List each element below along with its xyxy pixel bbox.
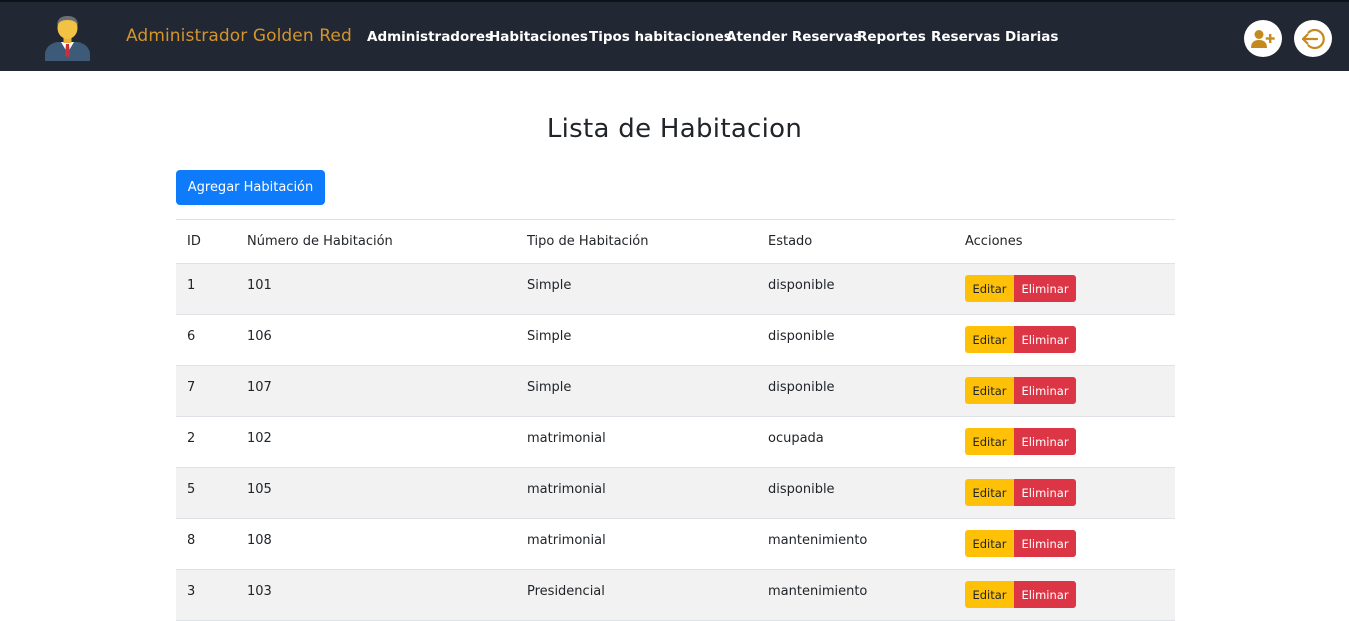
nav-administradores[interactable]: Administradores xyxy=(367,29,493,45)
cell-estado: mantenimiento xyxy=(768,584,868,599)
header-tipo: Tipo de Habitación xyxy=(527,234,649,249)
cell-id: 5 xyxy=(187,482,196,497)
cell-numero: 108 xyxy=(247,533,272,548)
cell-estado: disponible xyxy=(768,482,835,497)
table-row: 6 106 Simple disponible Editar Eliminar xyxy=(176,315,1175,366)
cell-tipo: matrimonial xyxy=(527,533,606,548)
cell-estado: disponible xyxy=(768,278,835,293)
header-estado: Estado xyxy=(768,234,813,249)
admin-avatar-icon xyxy=(45,16,90,61)
edit-button[interactable]: Editar xyxy=(965,479,1014,506)
table-row: 8 108 matrimonial mantenimiento Editar E… xyxy=(176,519,1175,570)
edit-button[interactable]: Editar xyxy=(965,530,1014,557)
nav-atender-reservas[interactable]: Atender Reservas xyxy=(726,29,861,45)
cell-id: 3 xyxy=(187,584,196,599)
edit-button[interactable]: Editar xyxy=(965,377,1014,404)
add-room-button[interactable]: Agregar Habitación xyxy=(176,170,325,205)
edit-button[interactable]: Editar xyxy=(965,428,1014,455)
cell-estado: disponible xyxy=(768,329,835,344)
cell-id: 7 xyxy=(187,380,196,395)
table-row: 7 107 Simple disponible Editar Eliminar xyxy=(176,366,1175,417)
cell-estado: mantenimiento xyxy=(768,533,868,548)
rooms-table: ID Número de Habitación Tipo de Habitaci… xyxy=(176,219,1175,621)
delete-button[interactable]: Eliminar xyxy=(1014,428,1076,455)
brand-title[interactable]: Administrador Golden Red xyxy=(126,26,352,46)
navbar: Administrador Golden Red Administradores… xyxy=(0,0,1349,71)
delete-button[interactable]: Eliminar xyxy=(1014,479,1076,506)
cell-tipo: Simple xyxy=(527,380,572,395)
cell-numero: 107 xyxy=(247,380,272,395)
cell-id: 2 xyxy=(187,431,196,446)
cell-numero: 101 xyxy=(247,278,272,293)
edit-button[interactable]: Editar xyxy=(965,581,1014,608)
add-user-button[interactable] xyxy=(1244,20,1282,57)
nav-reportes[interactable]: Reportes xyxy=(857,29,926,45)
delete-button[interactable]: Eliminar xyxy=(1014,326,1076,353)
cell-estado: disponible xyxy=(768,380,835,395)
cell-numero: 106 xyxy=(247,329,272,344)
cell-tipo: Presidencial xyxy=(527,584,605,599)
cell-id: 8 xyxy=(187,533,196,548)
cell-id: 6 xyxy=(187,329,196,344)
page-title: Lista de Habitacion xyxy=(546,114,803,144)
logout-icon xyxy=(1301,28,1325,49)
header-numero: Número de Habitación xyxy=(247,234,393,249)
header-acciones: Acciones xyxy=(965,234,1023,249)
row-actions: Editar Eliminar xyxy=(965,275,1076,302)
table-row: 1 101 Simple disponible Editar Eliminar xyxy=(176,264,1175,315)
table-row: 2 102 matrimonial ocupada Editar Elimina… xyxy=(176,417,1175,468)
cell-numero: 105 xyxy=(247,482,272,497)
delete-button[interactable]: Eliminar xyxy=(1014,581,1076,608)
cell-id: 1 xyxy=(187,278,196,293)
cell-estado: ocupada xyxy=(768,431,824,446)
cell-tipo: matrimonial xyxy=(527,431,606,446)
row-actions: Editar Eliminar xyxy=(965,326,1076,353)
row-actions: Editar Eliminar xyxy=(965,377,1076,404)
row-actions: Editar Eliminar xyxy=(965,581,1076,608)
row-actions: Editar Eliminar xyxy=(965,530,1076,557)
nav-reservas-diarias[interactable]: Reservas Diarias xyxy=(931,29,1058,45)
edit-button[interactable]: Editar xyxy=(965,326,1014,353)
row-actions: Editar Eliminar xyxy=(965,479,1076,506)
table-row: 5 105 matrimonial disponible Editar Elim… xyxy=(176,468,1175,519)
table-row: 3 103 Presidencial mantenimiento Editar … xyxy=(176,570,1175,621)
add-user-icon xyxy=(1251,29,1275,48)
cell-numero: 102 xyxy=(247,431,272,446)
row-actions: Editar Eliminar xyxy=(965,428,1076,455)
header-id: ID xyxy=(187,234,201,249)
delete-button[interactable]: Eliminar xyxy=(1014,275,1076,302)
logout-button[interactable] xyxy=(1294,20,1332,57)
cell-numero: 103 xyxy=(247,584,272,599)
cell-tipo: Simple xyxy=(527,329,572,344)
table-header: ID Número de Habitación Tipo de Habitaci… xyxy=(176,219,1175,264)
delete-button[interactable]: Eliminar xyxy=(1014,377,1076,404)
cell-tipo: Simple xyxy=(527,278,572,293)
nav-habitaciones[interactable]: Habitaciones xyxy=(489,29,588,45)
delete-button[interactable]: Eliminar xyxy=(1014,530,1076,557)
nav-tipos-habitaciones[interactable]: Tipos habitaciones xyxy=(589,29,732,45)
edit-button[interactable]: Editar xyxy=(965,275,1014,302)
cell-tipo: matrimonial xyxy=(527,482,606,497)
